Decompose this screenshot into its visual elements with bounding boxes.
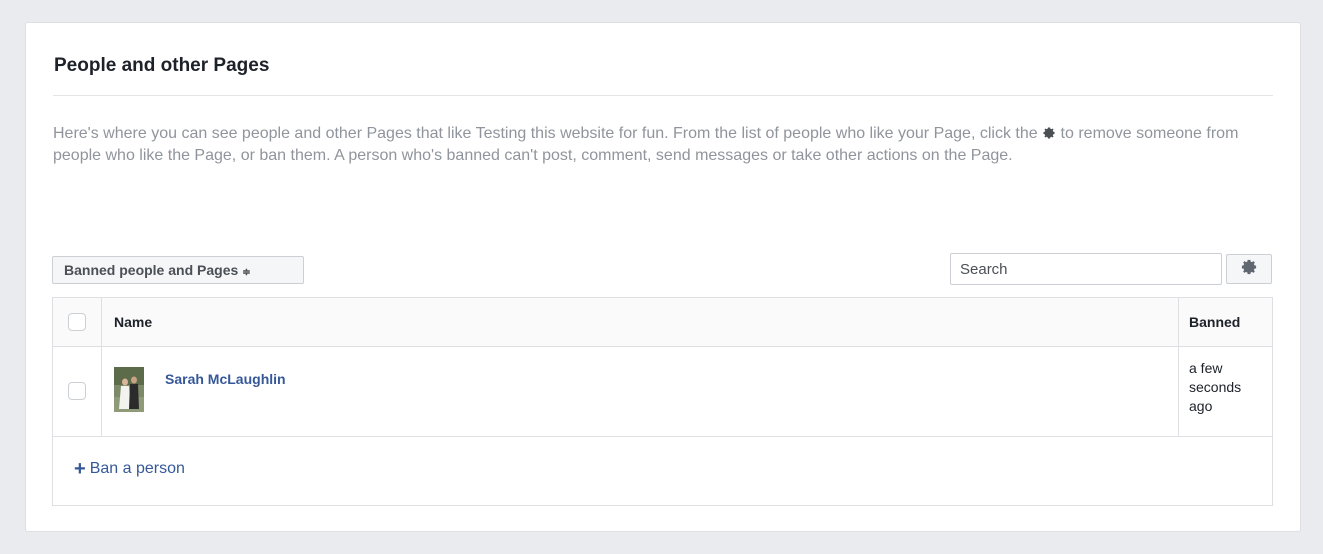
row-check-cell bbox=[53, 346, 102, 436]
row-name-cell: Sarah McLaughlin bbox=[102, 346, 1179, 436]
filter-dropdown[interactable]: Banned people and Pages ≑ bbox=[52, 256, 304, 284]
gear-icon bbox=[1240, 258, 1258, 281]
banned-table: Name Banned Sarah McLaughlin a few secon… bbox=[52, 297, 1273, 506]
header-name-cell: Name bbox=[102, 298, 1179, 346]
ban-person-label: Ban a person bbox=[89, 460, 185, 477]
table-footer-row: + Ban a person bbox=[53, 436, 1272, 505]
header-banned-cell: Banned bbox=[1179, 298, 1272, 346]
plus-icon: + bbox=[74, 458, 86, 480]
column-header-banned[interactable]: Banned bbox=[1189, 314, 1240, 330]
column-header-name[interactable]: Name bbox=[114, 314, 152, 330]
filter-selected-label: Banned people and Pages bbox=[64, 262, 239, 278]
person-name-link[interactable]: Sarah McLaughlin bbox=[165, 371, 286, 387]
search-input[interactable] bbox=[950, 253, 1222, 285]
row-checkbox[interactable] bbox=[68, 382, 86, 400]
avatar[interactable] bbox=[114, 367, 144, 412]
select-all-checkbox[interactable] bbox=[68, 313, 86, 331]
row-banned-cell: a few seconds ago bbox=[1179, 346, 1272, 436]
ban-person-button[interactable]: + Ban a person bbox=[74, 458, 185, 480]
settings-button[interactable] bbox=[1226, 254, 1272, 284]
banned-timestamp: a few seconds ago bbox=[1189, 360, 1242, 414]
header-check-cell bbox=[53, 298, 102, 346]
table-header-row: Name Banned bbox=[53, 298, 1272, 347]
sort-arrows-icon: ≑ bbox=[242, 267, 251, 278]
table-row: Sarah McLaughlin a few seconds ago bbox=[53, 346, 1272, 437]
